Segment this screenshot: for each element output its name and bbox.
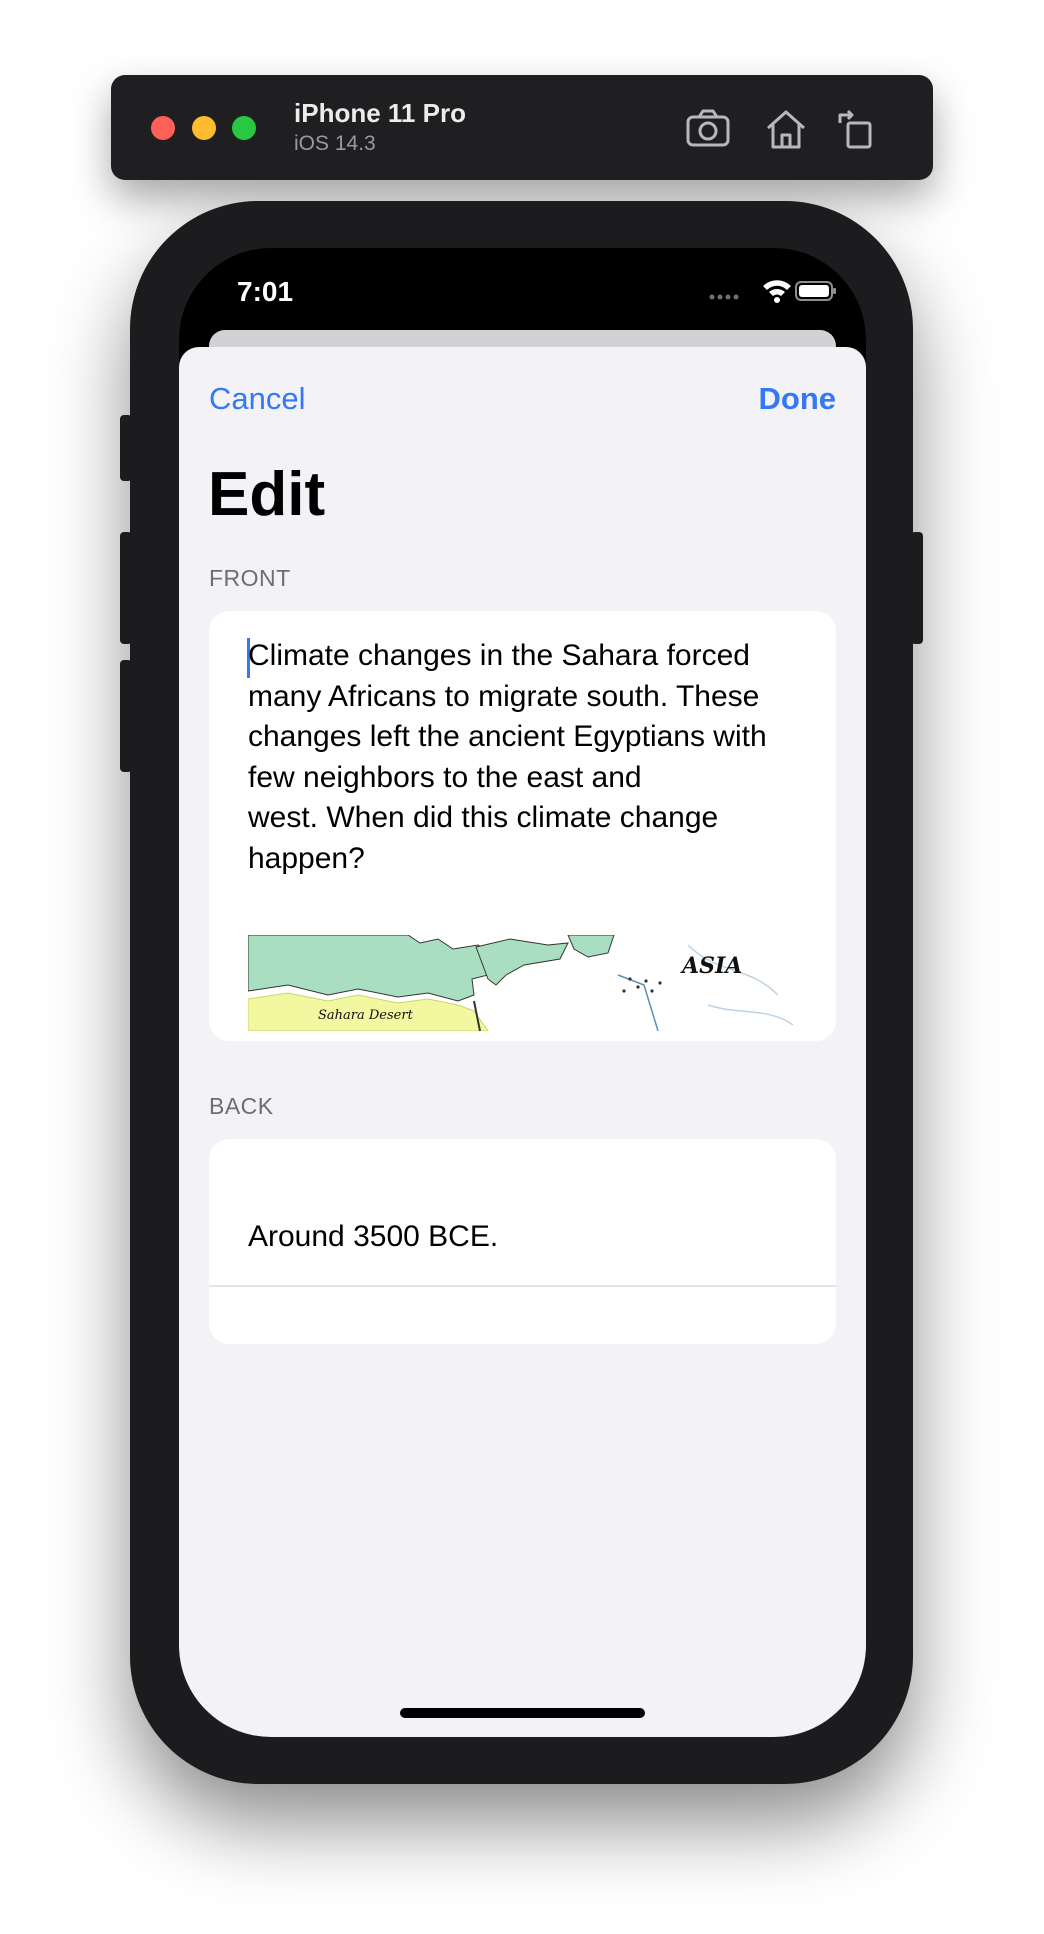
svg-text:Sahara Desert: Sahara Desert <box>318 1008 414 1023</box>
page-title: Edit <box>208 460 326 529</box>
battery-icon <box>795 281 836 301</box>
home-icon[interactable] <box>762 105 810 153</box>
volume-down-button <box>120 660 132 772</box>
cellular-icon <box>709 294 739 300</box>
front-section-label: FRONT <box>209 565 291 591</box>
front-text: Climate changes in the Sahara forced man… <box>248 639 767 875</box>
status-time: 7:01 <box>237 276 294 307</box>
zoom-window-button[interactable] <box>232 116 256 140</box>
phone-screen: 7:01 Cancel Done Edit FRONT Climate chan… <box>179 248 866 1737</box>
simulator-os-version: iOS 14.3 <box>294 132 376 155</box>
close-window-button[interactable] <box>151 116 175 140</box>
notch <box>330 248 714 303</box>
screenshot-icon[interactable] <box>684 105 732 153</box>
map-image: ASIA Sahara Desert <box>247 934 797 1032</box>
home-indicator[interactable] <box>400 1708 645 1718</box>
back-text-editor[interactable]: Around 3500 BCE. <box>209 1139 836 1344</box>
simulator-device-name: iPhone 11 Pro <box>294 98 466 128</box>
back-section-label: BACK <box>209 1093 274 1119</box>
minimize-window-button[interactable] <box>192 116 216 140</box>
svg-text:ASIA: ASIA <box>680 953 742 979</box>
divider <box>209 1285 836 1287</box>
edit-sheet: Cancel Done Edit FRONT Climate changes i… <box>179 347 866 1737</box>
back-text: Around 3500 BCE. <box>248 1220 499 1253</box>
mute-switch <box>120 415 132 481</box>
done-button[interactable]: Done <box>759 381 837 417</box>
cancel-button[interactable]: Cancel <box>209 381 306 417</box>
front-text-editor[interactable]: Climate changes in the Sahara forced man… <box>209 611 836 1041</box>
rotate-icon[interactable] <box>834 105 882 153</box>
status-icons <box>708 278 838 304</box>
volume-up-button <box>120 532 132 644</box>
wifi-icon <box>763 280 791 303</box>
power-button <box>911 532 923 644</box>
